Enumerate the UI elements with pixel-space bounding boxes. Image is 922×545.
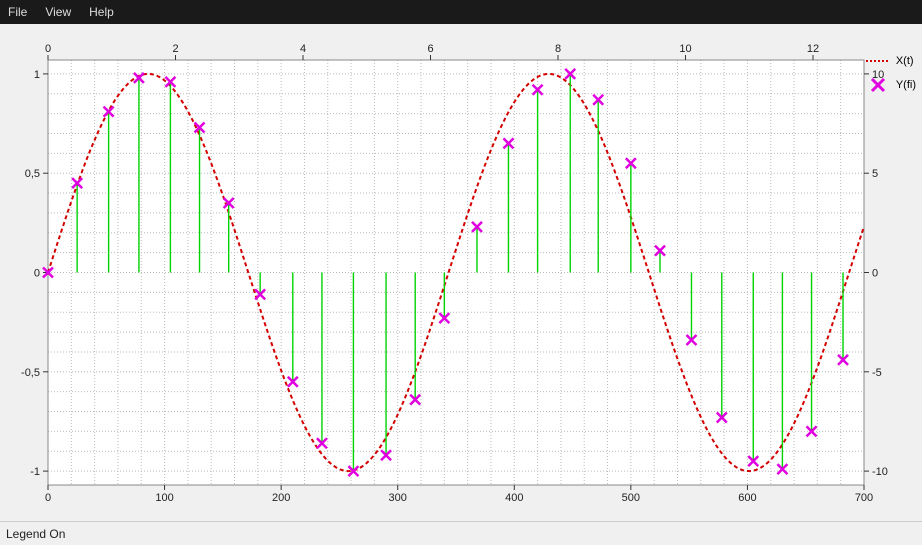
- legend-entry-xt[interactable]: X(t): [866, 54, 916, 68]
- menu-file[interactable]: File: [8, 5, 27, 19]
- svg-text:12: 12: [807, 43, 819, 55]
- chart-svg: 0100200300400500600700024681012-1-0,500,…: [0, 24, 922, 521]
- legend-swatch-line-icon: [866, 54, 890, 68]
- legend[interactable]: X(t) Y(fi): [866, 54, 916, 102]
- legend-label-xt: X(t): [896, 55, 914, 67]
- menubar: File View Help: [0, 0, 922, 24]
- svg-text:4: 4: [300, 43, 306, 55]
- plot-area[interactable]: 0100200300400500600700024681012-1-0,500,…: [0, 24, 922, 521]
- svg-text:10: 10: [679, 43, 691, 55]
- svg-text:2: 2: [172, 43, 178, 55]
- legend-entry-yfi[interactable]: Y(fi): [866, 78, 916, 92]
- legend-label-yfi: Y(fi): [896, 79, 916, 91]
- legend-swatch-cross-icon: [866, 78, 890, 92]
- svg-text:-1: -1: [30, 466, 40, 478]
- svg-text:1: 1: [34, 69, 40, 81]
- svg-text:-10: -10: [872, 466, 888, 478]
- svg-text:0,5: 0,5: [25, 168, 40, 180]
- svg-text:0: 0: [45, 43, 51, 55]
- svg-text:8: 8: [555, 43, 561, 55]
- svg-text:700: 700: [855, 492, 873, 504]
- menu-help[interactable]: Help: [89, 5, 114, 19]
- svg-text:5: 5: [872, 168, 878, 180]
- svg-text:100: 100: [155, 492, 173, 504]
- svg-text:-5: -5: [872, 367, 882, 379]
- menu-view[interactable]: View: [45, 5, 71, 19]
- svg-text:0: 0: [34, 268, 40, 280]
- svg-text:600: 600: [738, 492, 756, 504]
- svg-text:200: 200: [272, 492, 290, 504]
- svg-text:0: 0: [45, 492, 51, 504]
- svg-text:300: 300: [389, 492, 407, 504]
- svg-text:6: 6: [427, 43, 433, 55]
- statusbar: Legend On: [0, 521, 922, 545]
- status-text: Legend On: [6, 527, 65, 541]
- svg-text:-0,5: -0,5: [21, 367, 40, 379]
- svg-text:500: 500: [622, 492, 640, 504]
- svg-text:0: 0: [872, 268, 878, 280]
- svg-text:400: 400: [505, 492, 523, 504]
